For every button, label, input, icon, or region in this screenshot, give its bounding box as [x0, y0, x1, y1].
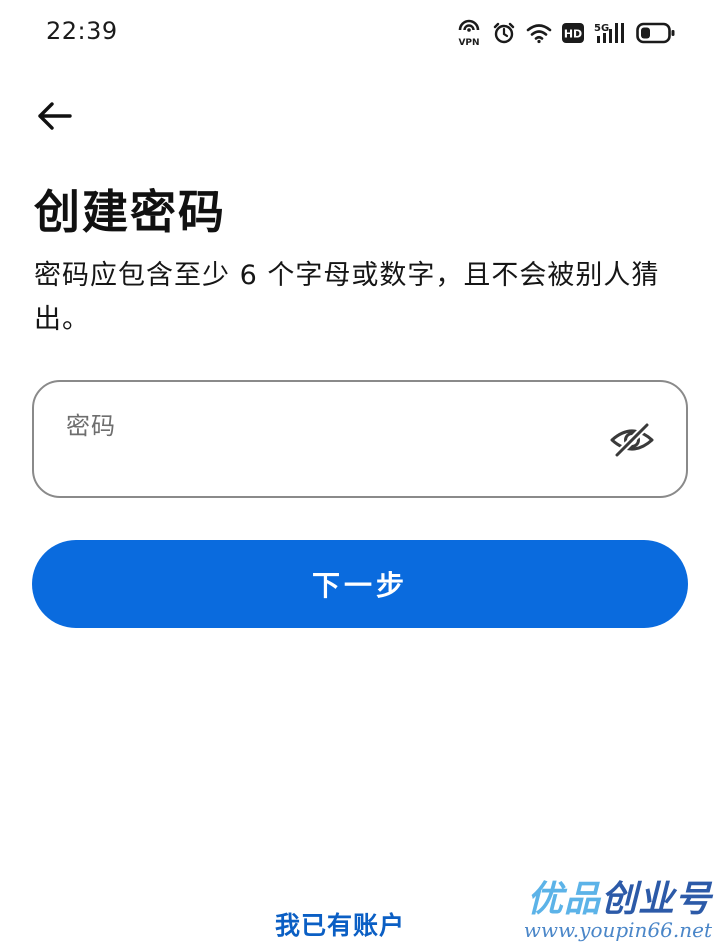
- svg-text:HD: HD: [564, 28, 582, 41]
- status-time: 22:39: [46, 17, 118, 45]
- watermark-brand-part1: 优品: [526, 879, 601, 920]
- password-input[interactable]: [64, 442, 604, 482]
- page-title: 创建密码: [34, 185, 226, 239]
- password-label: 密码: [66, 412, 116, 440]
- show-password-toggle[interactable]: [608, 418, 656, 462]
- next-button[interactable]: 下一步: [32, 540, 688, 628]
- vpn-icon: VPN: [456, 19, 482, 47]
- alarm-icon: [492, 21, 516, 45]
- svg-text:VPN: VPN: [458, 38, 479, 47]
- hd-icon: HD: [562, 23, 584, 43]
- battery-icon: [636, 22, 676, 44]
- watermark-url: www.youpin66.net: [523, 918, 712, 942]
- arrow-left-icon: [38, 102, 72, 130]
- signal-5g-icon: 5G: [594, 21, 626, 45]
- eye-off-icon: [610, 421, 654, 459]
- password-field[interactable]: 密码: [32, 380, 688, 498]
- back-button[interactable]: [32, 96, 76, 136]
- page-description: 密码应包含至少 6 个字母或数字，且不会被别人猜出。: [34, 260, 660, 335]
- watermark-brand-part2: 创业号: [600, 879, 712, 920]
- watermark-brand: 优品创业号: [527, 870, 712, 922]
- svg-text:5G: 5G: [594, 23, 609, 34]
- status-bar: 22:39 VPN HD 5G: [0, 0, 720, 64]
- status-icons: VPN HD 5G: [456, 18, 676, 48]
- watermark: 优品创业号 www.youpin66.net: [512, 870, 712, 946]
- wifi-icon: [526, 22, 552, 44]
